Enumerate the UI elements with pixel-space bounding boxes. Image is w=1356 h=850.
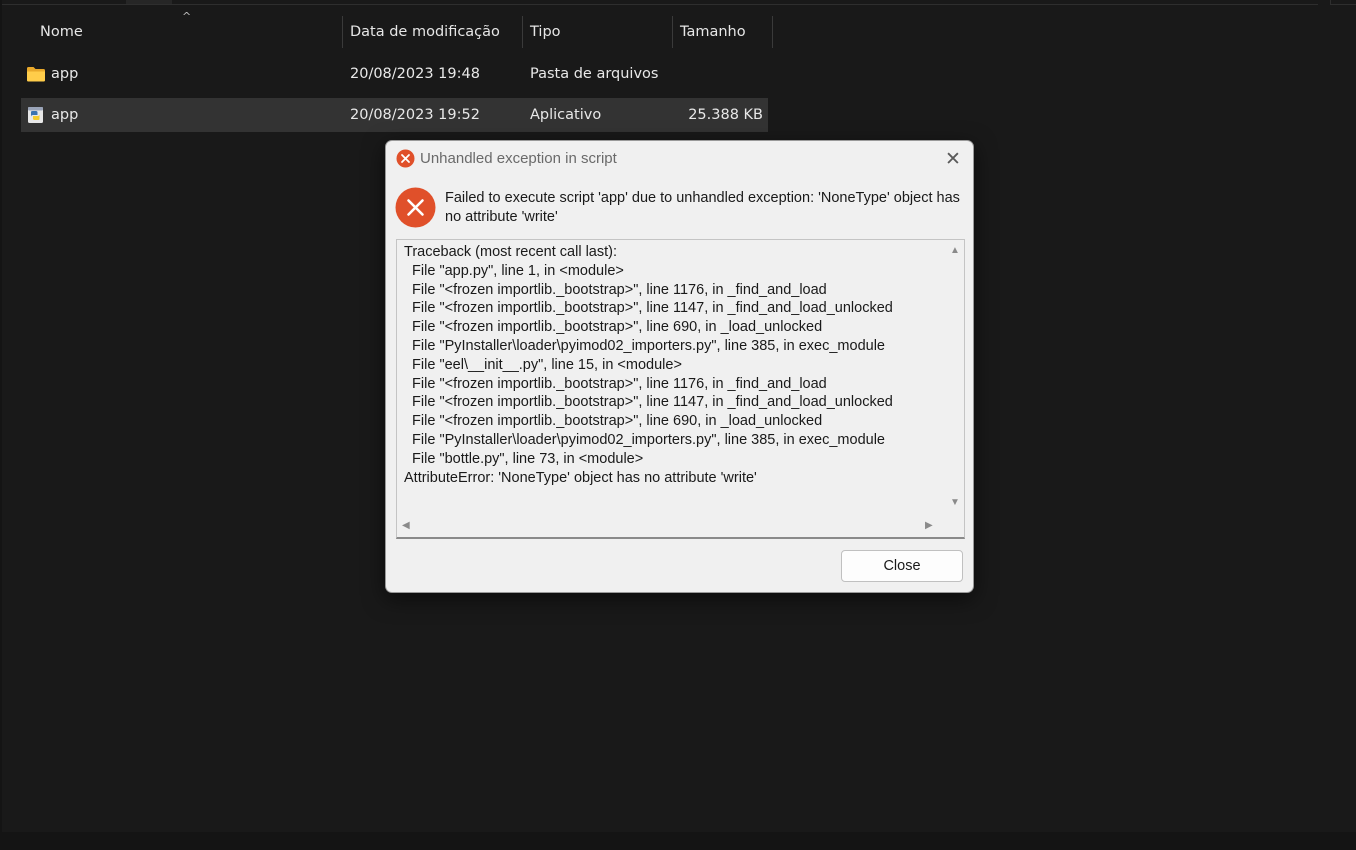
horizontal-scrollbar[interactable]: ◀ ▶ — [397, 515, 948, 537]
scroll-up-icon[interactable]: ▲ — [950, 246, 960, 256]
python-exe-icon — [28, 107, 43, 123]
column-divider[interactable] — [772, 16, 773, 48]
file-type: Aplicativo — [530, 107, 602, 123]
bottom-edge — [0, 832, 1356, 850]
explorer-top-edge — [0, 0, 1318, 5]
column-header-size[interactable]: Tamanho — [672, 16, 772, 48]
header-tab-stub — [126, 0, 172, 4]
file-row[interactable]: app 20/08/2023 19:48 Pasta de arquivos — [21, 57, 768, 91]
vertical-scrollbar[interactable]: ▲ ▼ — [946, 240, 964, 515]
traceback-textbox[interactable]: Traceback (most recent call last): File … — [396, 239, 965, 539]
folder-icon — [27, 67, 45, 82]
column-header-type[interactable]: Tipo — [522, 16, 672, 48]
file-name: app — [51, 107, 79, 123]
file-name: app — [51, 66, 79, 82]
error-dialog: Unhandled exception in script ✕ Failed t… — [385, 140, 974, 593]
traceback-text: Traceback (most recent call last): File … — [404, 244, 893, 486]
close-icon[interactable]: ✕ — [941, 149, 965, 171]
file-modified: 20/08/2023 19:48 — [350, 66, 480, 82]
scroll-right-icon[interactable]: ▶ — [925, 521, 933, 531]
file-row-selected[interactable]: app 20/08/2023 19:52 Aplicativo 25.388 K… — [21, 98, 768, 132]
left-edge — [0, 0, 2, 832]
error-icon — [396, 149, 415, 168]
column-header-modified[interactable]: Data de modificação — [342, 16, 522, 48]
error-message: Failed to execute script 'app' due to un… — [445, 190, 960, 225]
file-modified: 20/08/2023 19:52 — [350, 107, 480, 123]
dialog-title: Unhandled exception in script — [420, 150, 617, 167]
desktop-screen: Nome ^ Data de modificação Tipo Tamanho … — [0, 0, 1356, 850]
file-size: 25.388 KB — [688, 107, 763, 123]
sort-ascending-icon: ^ — [182, 10, 192, 23]
error-icon-large — [395, 187, 436, 228]
file-type: Pasta de arquivos — [530, 66, 659, 82]
top-right-edge — [1330, 0, 1356, 5]
scrollbar-corner — [946, 515, 964, 537]
scroll-down-icon[interactable]: ▼ — [950, 498, 960, 508]
close-button[interactable]: Close — [841, 550, 963, 582]
scroll-left-icon[interactable]: ◀ — [402, 521, 410, 531]
